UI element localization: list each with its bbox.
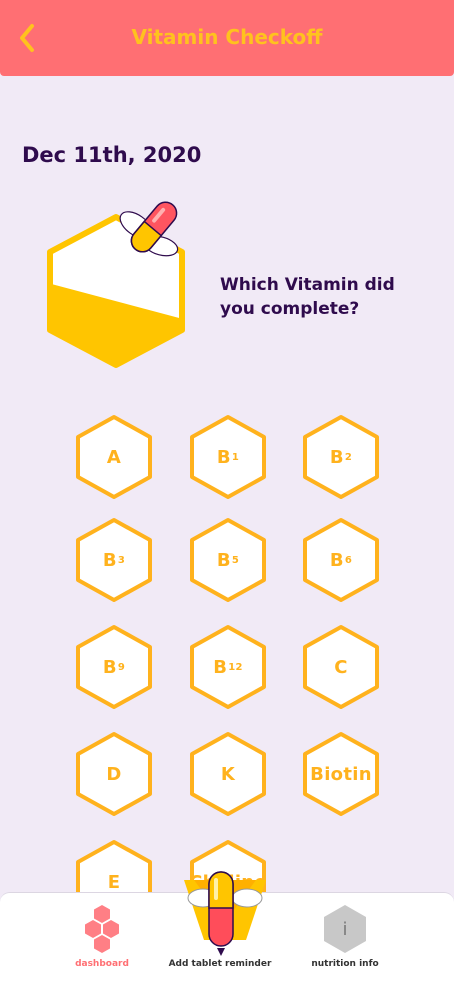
vitamin-letter: C xyxy=(334,656,348,678)
vitamin-label: Biotin xyxy=(301,730,381,818)
vitamin-subscript: 1 xyxy=(231,451,240,463)
vitamin-button[interactable]: B3 xyxy=(74,516,154,604)
question-text: Which Vitamin did you complete? xyxy=(220,275,395,319)
app-header: Vitamin Checkoff xyxy=(0,0,454,76)
vitamin-button[interactable]: C xyxy=(301,623,381,711)
tab-dashboard-label: dashboard xyxy=(75,959,129,969)
vitamin-label: B3 xyxy=(74,516,154,604)
vitamin-button[interactable]: B 12 xyxy=(188,623,268,711)
tab-add-reminder-label: Add tablet reminder xyxy=(168,959,272,969)
vitamin-label: B2 xyxy=(301,413,381,501)
vitamin-letter: B xyxy=(329,549,344,571)
vitamin-letter: B xyxy=(216,549,231,571)
vitamin-label: B1 xyxy=(188,413,268,501)
vitamin-label: B9 xyxy=(74,623,154,711)
vitamin-subscript: 9 xyxy=(117,661,126,673)
date-label: Dec 11th, 2020 xyxy=(22,143,202,167)
tab-nutrition-info[interactable]: i nutrition info xyxy=(300,893,390,983)
vitamin-button[interactable]: B1 xyxy=(188,413,268,501)
vitamin-letter: D xyxy=(106,763,122,785)
vitamin-button[interactable]: B6 xyxy=(301,516,381,604)
vitamin-button[interactable]: B2 xyxy=(301,413,381,501)
honeycomb-icon xyxy=(85,905,119,953)
vitamin-letter: K xyxy=(220,763,236,785)
vitamin-subscript: 5 xyxy=(231,554,240,566)
vitamin-subscript: 12 xyxy=(228,661,243,673)
vitamin-letter: B xyxy=(213,656,228,678)
vitamin-letter: E xyxy=(107,871,121,893)
vitamin-label: B6 xyxy=(301,516,381,604)
info-icon: i xyxy=(324,905,366,953)
vitamin-button[interactable]: K xyxy=(188,730,268,818)
vitamin-subscript: 3 xyxy=(117,554,126,566)
progress-hexagon xyxy=(47,201,185,368)
vitamin-letter: B xyxy=(329,446,344,468)
vitamin-label: B 12 xyxy=(188,623,268,711)
vitamin-button[interactable]: A xyxy=(74,413,154,501)
svg-text:i: i xyxy=(342,919,347,940)
vitamin-button[interactable]: D xyxy=(74,730,154,818)
vitamin-label: K xyxy=(188,730,268,818)
pill-bee-icon[interactable] xyxy=(180,868,270,956)
vitamin-button[interactable]: B9 xyxy=(74,623,154,711)
vitamin-letter: B xyxy=(102,656,117,678)
vitamin-label: A xyxy=(74,413,154,501)
vitamin-label: B5 xyxy=(188,516,268,604)
vitamin-letter: Biotin xyxy=(310,763,372,785)
tab-nutrition-info-label: nutrition info xyxy=(311,959,379,969)
tab-dashboard[interactable]: dashboard xyxy=(62,893,142,983)
vitamin-label: D xyxy=(74,730,154,818)
vitamin-letter: B xyxy=(216,446,231,468)
vitamin-subscript: 6 xyxy=(344,554,353,566)
vitamin-subscript: 2 xyxy=(344,451,353,463)
vitamin-button[interactable]: Biotin xyxy=(301,730,381,818)
vitamin-letter: B xyxy=(102,549,117,571)
vitamin-button[interactable]: B5 xyxy=(188,516,268,604)
page-title: Vitamin Checkoff xyxy=(131,25,323,49)
vitamin-letter: A xyxy=(106,446,122,468)
vitamin-label: C xyxy=(301,623,381,711)
